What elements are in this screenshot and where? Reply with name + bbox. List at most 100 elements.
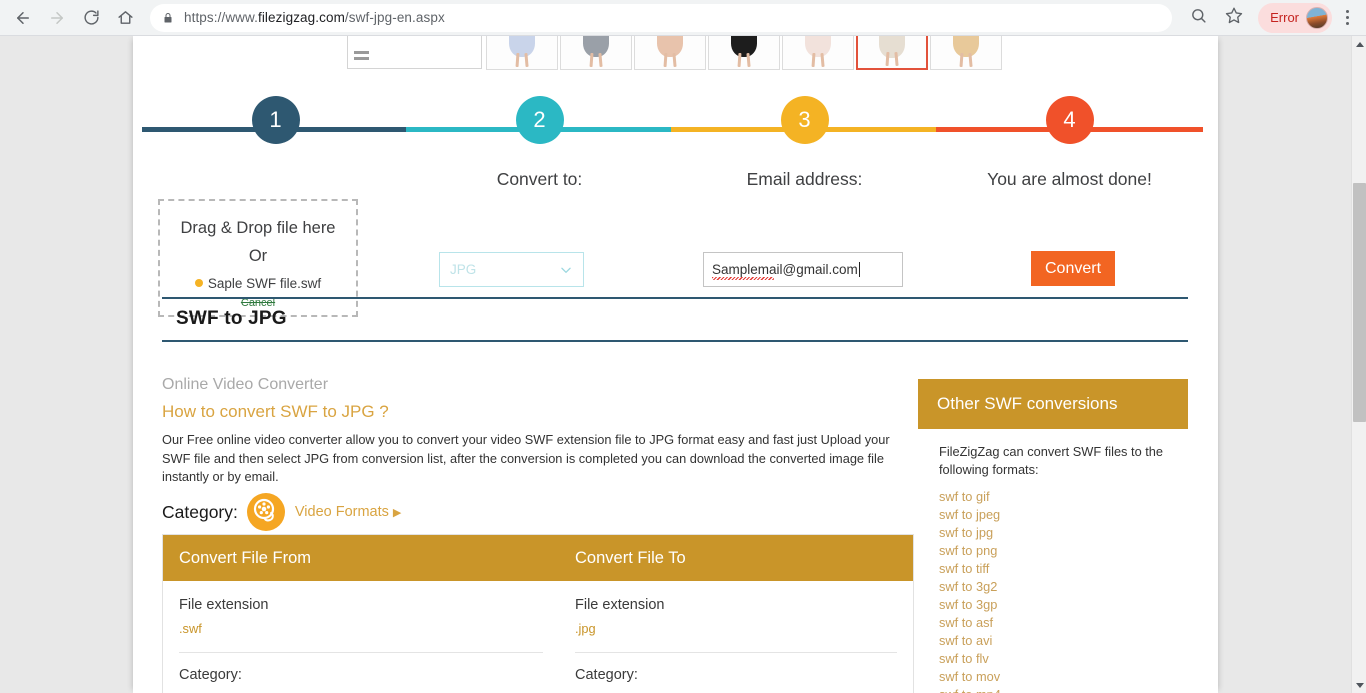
text-caret [858,262,860,277]
convert-button[interactable]: Convert [1031,251,1115,286]
chevron-down-icon [559,263,573,277]
to-category-key: Category: [575,667,638,683]
forward-button[interactable] [42,3,72,33]
sidebar-link-swf-to-tiff[interactable]: swf to tiff [939,560,1188,578]
table-row: File extension .swf Category: Video Form… [163,581,913,693]
sidebar-link-swf-to-png[interactable]: swf to png [939,542,1188,560]
url-path: /swf-jpg-en.aspx [344,10,445,25]
hamburger-icon[interactable] [354,51,369,63]
sidebar-link-swf-to-avi[interactable]: swf to avi [939,632,1188,650]
conversion-table: Convert File From Convert File To File e… [162,534,914,693]
browser-menu-button[interactable] [1334,3,1360,33]
url-text: https://www.filezigzag.com/swf-jpg-en.as… [184,10,445,25]
three-dot-menu-icon [1345,10,1349,13]
profile-error-chip[interactable]: Error [1258,2,1332,33]
step-2-circle: 2 [515,96,564,144]
profile-error-label: Error [1270,10,1299,25]
email-input-value: Samplemail@gmail.com [712,262,858,280]
address-bar[interactable]: https://www.filezigzag.com/swf-jpg-en.as… [150,3,1173,32]
uploaded-file-name: Saple SWF file.swf [207,276,322,291]
page-title-block: SWF to JPG [162,297,1188,342]
dress-thumb-5[interactable] [782,36,854,70]
sidebar-intro: FileZigZag can convert SWF files to the … [939,444,1164,477]
table-header-from: Convert File From [179,548,312,567]
page-title: SWF to JPG [176,308,287,329]
category-label: Category: [162,501,238,522]
dress-thumb-2[interactable] [560,36,632,70]
bookmark-button[interactable] [1219,3,1249,33]
page-scrollbar[interactable] [1351,36,1366,693]
article-eyebrow: Online Video Converter [162,376,329,393]
sidebar-link-swf-to-mov[interactable]: swf to mov [939,668,1188,686]
scrollbar-thumb[interactable] [1353,183,1366,422]
from-extension-key: File extension [179,597,269,613]
sidebar-link-list: swf to gif swf to jpeg swf to jpg swf to pn… [918,479,1188,693]
to-extension-value: .jpg [575,621,596,636]
sidebar-header: Other SWF conversions [918,379,1188,429]
dress-thumb-4[interactable] [708,36,780,70]
reload-icon [83,9,100,26]
page-viewport: SHOPPERS STOP.com 1 [0,36,1366,693]
sidebar-link-swf-to-3g2[interactable]: swf to 3g2 [939,578,1188,596]
dress-thumb-1[interactable] [486,36,558,70]
dress-thumb-3[interactable] [634,36,706,70]
step-2-label: Convert to: [496,169,583,189]
content-sheet: SHOPPERS STOP.com 1 [133,36,1218,693]
table-cell-to: File extension .jpg Category: Image Form… [559,581,913,693]
star-icon [1225,6,1243,29]
ad-logo-box: SHOPPERS STOP.com [347,36,482,69]
dropzone-line-2: Or [248,247,268,265]
category-link[interactable]: Video Formats [295,504,389,520]
cell-divider [575,652,897,653]
sidebar-link-swf-to-mp4[interactable]: swf to mp4 [939,686,1188,693]
scroll-up-arrow-icon[interactable] [1352,36,1366,52]
title-rule-bottom [162,340,1188,342]
page-canvas: SHOPPERS STOP.com 1 [0,36,1351,693]
sidebar-link-swf-to-3gp[interactable]: swf to 3gp [939,596,1188,614]
to-extension-key: File extension [575,597,665,613]
step-4-circle: 4 [1045,96,1094,144]
step-4-label: You are almost done! [987,169,1152,189]
sidebar-link-swf-to-asf[interactable]: swf to asf [939,614,1188,632]
forward-arrow-icon [48,9,66,27]
from-category-key: Category: [179,667,242,683]
back-arrow-icon [14,9,32,27]
from-extension-value: .swf [179,621,202,636]
step-3-label: Email address: [746,169,863,189]
toolbar-right-group: Error [1180,2,1366,33]
home-icon [117,9,134,26]
howto-heading: How to convert SWF to JPG ? [162,402,389,421]
file-status-dot [194,279,203,287]
dress-thumb-7[interactable] [930,36,1002,70]
sidebar-link-swf-to-flv[interactable]: swf to flv [939,650,1188,668]
scroll-down-arrow-icon[interactable] [1352,677,1366,693]
spellcheck-underline [712,276,774,280]
sidebar-link-swf-to-gif[interactable]: swf to gif [939,488,1188,506]
url-host: filezigzag.com [257,10,345,25]
avatar [1306,6,1328,29]
lock-icon [162,11,174,25]
reload-button[interactable] [76,3,106,33]
ad-thumbnail-strip [486,36,1004,70]
other-conversions-panel: Other SWF conversions FileZigZag can con… [918,379,1188,693]
sidebar-title: Other SWF conversions [937,394,1118,413]
advertisement-banner[interactable]: SHOPPERS STOP.com [347,36,1014,71]
dropzone-line-1: Drag & Drop file here [180,219,336,237]
table-header-to: Convert File To [575,548,686,567]
home-button[interactable] [110,3,140,33]
table-header-row: Convert File From Convert File To [163,535,913,581]
search-zoom-icon [1190,7,1207,29]
cell-divider [179,652,543,653]
step-3-circle: 3 [780,96,829,144]
sidebar-link-swf-to-jpg[interactable]: swf to jpg [939,524,1188,542]
back-button[interactable] [8,3,38,33]
browser-toolbar: https://www.filezigzag.com/swf-jpg-en.as… [0,0,1366,36]
format-select[interactable]: JPG [439,252,584,287]
sidebar-link-swf-to-jpeg[interactable]: swf to jpeg [939,506,1188,524]
email-input[interactable]: Samplemail@gmail.com [703,252,903,287]
table-cell-from: File extension .swf Category: Video Form… [163,581,559,693]
zoom-search-button[interactable] [1183,3,1213,33]
category-row: Category: Video Formats ▶ [162,493,401,531]
dress-thumb-6-selected[interactable] [856,36,928,70]
article-body: Online Video Converter How to convert SW… [162,376,914,487]
